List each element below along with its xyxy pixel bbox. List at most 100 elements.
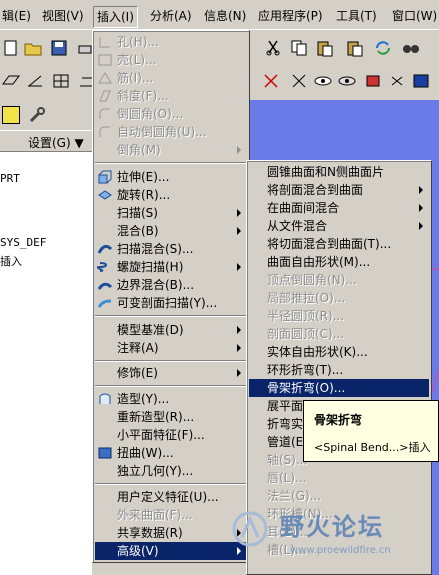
menu-item-surface-free-form[interactable]: 曲面自由形状(M)... <box>249 253 429 271</box>
menu-item-local-push[interactable]: 局部推拉(O)... <box>249 289 429 307</box>
submenu-arrow-icon <box>237 263 241 271</box>
extrude-icon <box>97 169 113 185</box>
menu-item-warp[interactable]: 扭曲(W)... <box>95 444 247 462</box>
menu-item-lip[interactable]: 唇(L)... <box>249 469 429 487</box>
menu-item-conic-nsided[interactable]: 圆锥曲面和N侧曲面片 <box>249 163 429 181</box>
submenu-arrow-icon <box>419 222 423 230</box>
menu-item-round[interactable]: 倒圆角(O)... <box>95 105 247 123</box>
menu-item-solid-free-form[interactable]: 实体自由形状(K)... <box>249 343 429 361</box>
hidden-line-icon[interactable] <box>338 72 356 90</box>
hole-icon <box>97 34 113 50</box>
menu-item-flange[interactable]: 法兰(G)... <box>249 487 429 505</box>
submenu-arrow-icon <box>237 227 241 235</box>
menu-item-spinal-bend[interactable]: 骨架折弯(O)... <box>249 379 429 397</box>
paste-special-icon[interactable] <box>346 39 364 57</box>
feature-toolbar <box>0 100 92 130</box>
shading-icon[interactable] <box>364 72 382 90</box>
menu-item-rib[interactable]: 筋(I)... <box>95 69 247 87</box>
csys-icon[interactable] <box>290 72 308 90</box>
wrench-icon[interactable] <box>28 106 46 124</box>
submenu-arrow-icon <box>237 326 241 334</box>
watermark-logo-icon <box>232 511 268 547</box>
no-hidden-icon[interactable] <box>412 72 430 90</box>
menu-analysis[interactable]: 分析(A) <box>150 7 192 25</box>
style-icon <box>97 391 113 407</box>
menu-item-section-to-surface[interactable]: 将剖面混合到曲面 <box>249 181 429 199</box>
save-icon[interactable] <box>50 39 68 57</box>
submenu-arrow-icon <box>237 344 241 352</box>
shell-icon <box>97 52 113 68</box>
menu-item-facet-feature[interactable]: 小平面特征(F)... <box>95 426 247 444</box>
paste-icon[interactable] <box>316 39 334 57</box>
swept-blend-icon <box>97 241 113 257</box>
tooltip-title: 骨架折弯 <box>314 413 363 427</box>
menu-item-extrude[interactable]: 拉伸(E)... <box>95 168 247 186</box>
menu-item-cosmetic[interactable]: 修饰(E) <box>95 364 247 382</box>
submenu-arrow-icon <box>237 146 241 154</box>
menu-item-blend-from-file[interactable]: 从文件混合 <box>249 217 429 235</box>
menu-item-shared-data[interactable]: 共享数据(R) <box>95 524 247 542</box>
copy-icon[interactable] <box>290 39 308 57</box>
menu-item-restyle[interactable]: 重新造型(R)... <box>95 408 247 426</box>
menu-info[interactable]: 信息(N) <box>204 7 246 25</box>
menu-item-tangent-to-surface[interactable]: 将切面混合到曲面(T)... <box>249 235 429 253</box>
submenu-arrow-icon <box>419 204 423 212</box>
menu-item-style[interactable]: 造型(Y)... <box>95 390 247 408</box>
helical-sweep-icon <box>96 259 113 275</box>
tree-item-insert-here[interactable]: 插入 <box>0 253 22 269</box>
forum-watermark: 野火论坛 www.proewildfire.cn <box>230 505 439 575</box>
var-section-sweep-icon <box>97 295 113 311</box>
insert-menu: 孔(H)... 壳(L)... 筋(I)... 斜度(F)... 倒圆角(O).… <box>92 30 250 563</box>
menu-view[interactable]: 视图(V) <box>42 7 84 25</box>
menu-window[interactable]: 窗口(W) <box>392 7 437 25</box>
tooltip-body: <Spinal Bend...>插入 <box>314 441 431 454</box>
tooltip: 骨架折弯 <Spinal Bend...>插入 <box>303 400 439 462</box>
menu-item-boundary-blend[interactable]: 边界混合(B)... <box>95 276 247 294</box>
datum-axis-icon[interactable] <box>26 72 44 90</box>
menu-edit[interactable]: 辑(E) <box>2 7 31 25</box>
menu-item-radius-dome[interactable]: 半径圆顶(R)... <box>249 307 429 325</box>
cut-icon[interactable] <box>264 39 282 57</box>
regenerate-icon[interactable] <box>374 39 392 57</box>
menu-item-revolve[interactable]: 旋转(R)... <box>95 186 247 204</box>
menu-item-vertex-round[interactable]: 顶点倒圆角(N)... <box>249 271 429 289</box>
menu-item-blend[interactable]: 混合(B) <box>95 222 247 240</box>
menu-item-foreign-surface[interactable]: 外来曲面(F)... <box>95 506 247 524</box>
menu-tools[interactable]: 工具(T) <box>336 7 377 25</box>
wireframe-icon[interactable] <box>388 72 406 90</box>
menu-item-section-dome[interactable]: 剖面圆顶(C)... <box>249 325 429 343</box>
menu-item-annotation[interactable]: 注释(A) <box>95 339 247 357</box>
menu-applications[interactable]: 应用程序(P) <box>258 7 323 25</box>
menu-item-swept-blend[interactable]: 扫描混合(S)... <box>95 240 247 258</box>
search-tool-icon[interactable] <box>402 39 420 57</box>
menu-item-variable-section-sweep[interactable]: 可变剖面扫描(Y)... <box>95 294 247 312</box>
menu-separator <box>95 483 247 485</box>
menu-item-shell[interactable]: 壳(L)... <box>95 51 247 69</box>
menu-separator <box>95 385 247 387</box>
menu-item-blend-between-surfaces[interactable]: 在曲面间混合 <box>249 199 429 217</box>
new-file-icon[interactable] <box>2 39 20 57</box>
menu-item-hole[interactable]: 孔(H)... <box>95 33 247 51</box>
menu-item-independent-geometry[interactable]: 独立几何(Y)... <box>95 462 247 480</box>
menu-item-udf[interactable]: 用户定义特征(U)... <box>95 488 247 506</box>
spin-center-icon[interactable] <box>262 72 280 90</box>
tree-item-csys[interactable]: SYS_DEF <box>0 236 46 249</box>
menu-item-toroidal-bend[interactable]: 环形折弯(T)... <box>249 361 429 379</box>
menu-item-sweep[interactable]: 扫描(S) <box>95 204 247 222</box>
grid-icon[interactable] <box>52 72 70 90</box>
datum-plane-icon[interactable] <box>2 72 20 90</box>
open-folder-icon[interactable] <box>24 39 42 57</box>
menu-item-auto-round[interactable]: 自动倒圆角(U)... <box>95 123 247 141</box>
menu-item-helical-sweep[interactable]: 螺旋扫描(H) <box>95 258 247 276</box>
settings-dropdown[interactable]: 设置(G) ▼ <box>0 130 92 152</box>
tree-item-part[interactable]: PRT <box>0 172 20 185</box>
menu-item-model-datum[interactable]: 模型基准(D) <box>95 321 247 339</box>
round-icon <box>97 106 113 122</box>
model-tree: PRT SYS_DEF 插入 <box>0 152 92 575</box>
menu-insert[interactable]: 插入(I) <box>93 6 138 28</box>
menu-item-advanced[interactable]: 高级(V) <box>95 542 247 560</box>
eye-icon[interactable] <box>314 72 332 90</box>
menu-item-chamfer[interactable]: 倒角(M) <box>95 141 247 159</box>
star-icon[interactable] <box>2 106 20 124</box>
menu-item-draft[interactable]: 斜度(F)... <box>95 87 247 105</box>
